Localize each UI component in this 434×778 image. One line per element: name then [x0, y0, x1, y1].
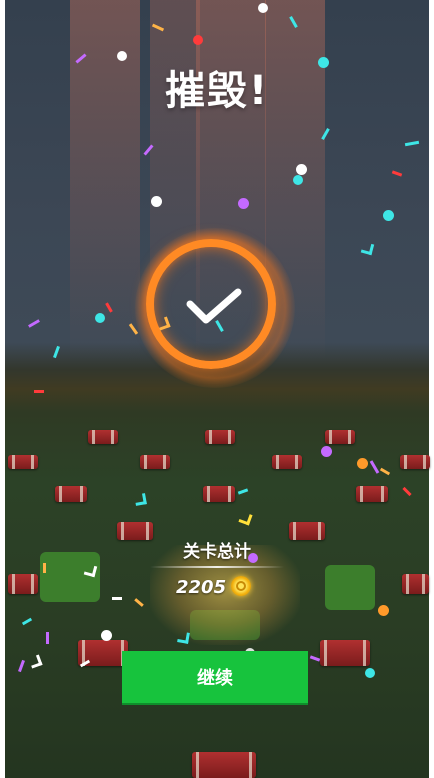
confetti — [112, 597, 122, 600]
confetti — [318, 57, 329, 68]
game-screen: 摧毁! 关卡总计 2205 继续 — [0, 0, 434, 778]
confetti — [402, 486, 412, 497]
confetti — [360, 241, 375, 256]
confetti — [309, 655, 321, 662]
confetti — [293, 175, 303, 185]
confetti — [369, 460, 380, 474]
level-total-value: 2205 — [176, 577, 227, 598]
barrel — [325, 430, 355, 444]
confetti — [321, 446, 332, 457]
confetti — [258, 3, 268, 13]
confetti — [95, 313, 105, 323]
level-total-label: 关卡总计 — [183, 542, 251, 562]
confetti — [28, 319, 40, 328]
confetti — [238, 511, 253, 526]
confetti — [177, 631, 190, 644]
barrel — [402, 574, 429, 594]
barrel — [8, 455, 38, 469]
confetti — [34, 390, 44, 393]
barrel — [88, 430, 118, 444]
confetti — [151, 196, 162, 207]
barrel — [205, 430, 235, 444]
confetti — [238, 198, 249, 209]
checkmark-icon — [186, 288, 242, 324]
continue-button[interactable]: 继续 — [122, 651, 308, 703]
divider — [150, 566, 284, 568]
confetti — [404, 140, 420, 147]
barrel — [8, 574, 38, 594]
confetti — [21, 617, 33, 626]
barrel — [192, 752, 256, 778]
confetti — [53, 345, 60, 359]
confetti — [378, 605, 389, 616]
barrel — [140, 455, 170, 469]
result-title: 摧毁! — [164, 68, 270, 114]
confetti — [117, 51, 127, 61]
confetti — [296, 164, 307, 175]
confetti — [43, 563, 46, 573]
confetti — [379, 467, 391, 476]
confetti — [365, 668, 375, 678]
tree-debris — [325, 565, 375, 610]
barrel — [55, 486, 87, 502]
confetti — [383, 210, 394, 221]
barrel — [203, 486, 235, 502]
barrel — [400, 455, 430, 469]
confetti — [193, 35, 203, 45]
confetti — [18, 659, 25, 673]
confetti — [391, 170, 403, 177]
confetti — [134, 493, 147, 506]
right-edge — [429, 0, 434, 778]
confetti — [357, 458, 368, 469]
confetti — [237, 488, 249, 495]
barrel — [356, 486, 388, 502]
confetti — [28, 654, 43, 669]
confetti — [46, 632, 49, 644]
barrel — [320, 640, 370, 666]
light-beam — [70, 0, 140, 360]
confetti — [134, 598, 144, 607]
confetti — [101, 630, 112, 641]
barrel — [272, 455, 302, 469]
gold-coin-icon — [231, 576, 251, 596]
left-edge — [0, 0, 5, 778]
